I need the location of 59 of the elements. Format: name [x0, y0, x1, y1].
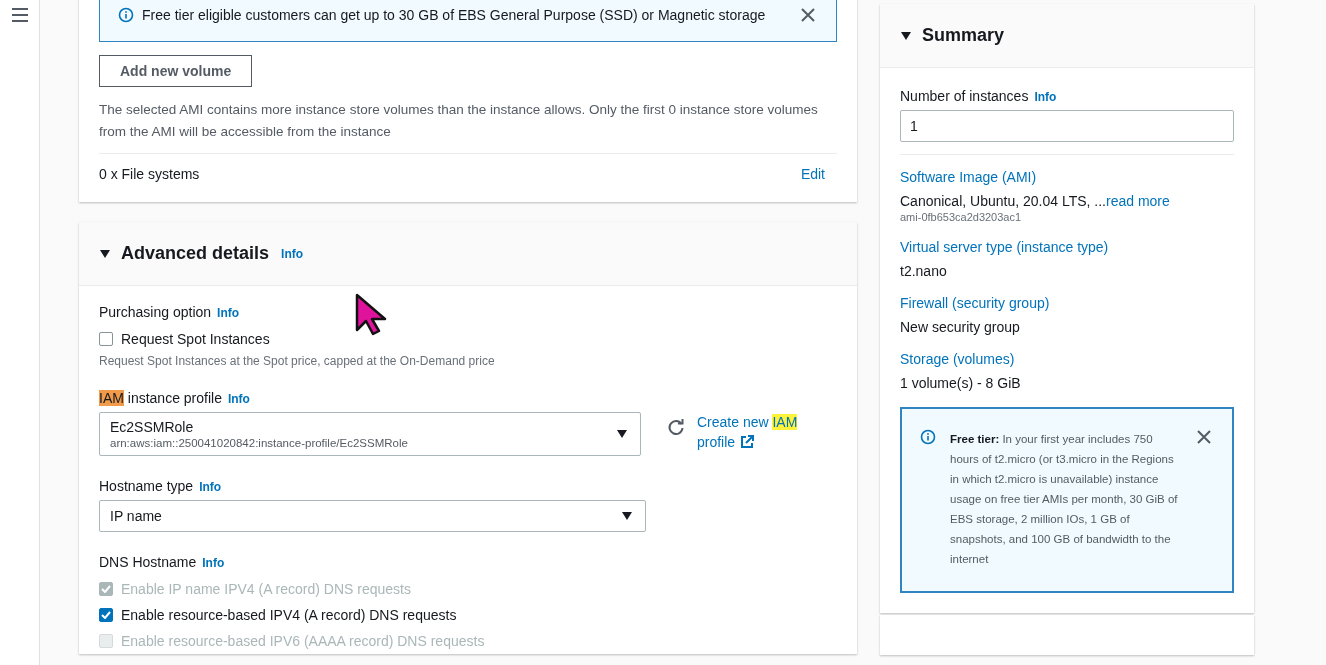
caret-down-icon	[621, 511, 633, 521]
section-header[interactable]: Summary	[880, 4, 1254, 68]
close-button[interactable]	[800, 7, 816, 23]
info-link[interactable]: Info	[1034, 90, 1057, 104]
caret-down-icon	[616, 429, 628, 439]
menu-icon	[11, 8, 28, 22]
field-label: Purchasing option	[99, 304, 212, 320]
refresh-icon	[667, 418, 685, 436]
close-icon	[1196, 429, 1212, 445]
check-icon	[101, 611, 111, 619]
profile-select[interactable]: Ec2SSMRole arn:aws:iam::250041020842:instance-profile/Ec2SSMRole	[99, 412, 641, 456]
instances-input[interactable]: 1	[900, 110, 1234, 142]
close-icon	[800, 7, 816, 23]
field-label: Number of instances	[900, 88, 1029, 104]
check-icon	[101, 585, 111, 593]
select-value: IP name	[110, 508, 162, 524]
info-icon	[118, 7, 134, 23]
alert-text: Free tier eligible customers can get up to 30 GB of EBS General Purpose (SSD) or Magnetic storage	[142, 7, 767, 23]
checkbox[interactable]	[99, 608, 113, 622]
external-link-icon	[740, 435, 755, 449]
warning-text: The selected AMI contains more instance store volumes than the instance allows. Only the first 0 instance store volumes from the AMI will be accessible from the instance	[99, 101, 819, 141]
summary-link[interactable]: Firewall (security group)	[900, 295, 1234, 311]
info-link[interactable]: Info	[199, 480, 222, 494]
info-link[interactable]: Info	[217, 306, 240, 320]
read-more-link[interactable]: read more	[1106, 193, 1170, 209]
info-link[interactable]: Info	[281, 246, 304, 261]
create-profile-link[interactable]: Create new IAM profile	[697, 412, 807, 452]
section-title: Summary	[922, 25, 1005, 46]
summary-value: 1 volume(s) - 8 GiB	[900, 375, 1022, 391]
add-volume-button[interactable]: Add new volume	[99, 55, 253, 87]
hint-text: Request Spot Instances at the Spot price, capped at the On-Demand price	[99, 354, 496, 368]
close-button[interactable]	[1196, 429, 1212, 445]
summary-link[interactable]: Storage (volumes)	[900, 351, 1234, 367]
info-icon	[920, 429, 936, 445]
select-value: Ec2SSMRole	[110, 419, 195, 435]
summary-link[interactable]: Software Image (AMI)	[900, 169, 1234, 185]
select-detail: arn:aws:iam::250041020842:instance-profile/Ec2SSMRole	[110, 437, 408, 449]
summary-value: Canonical, Ubuntu, 20.04 LTS, ...	[900, 193, 1106, 209]
info-link[interactable]: Info	[227, 392, 250, 406]
field-label: Hostname type	[99, 478, 194, 494]
section-header[interactable]: Advanced details Info	[79, 222, 857, 286]
hostname-select[interactable]: IP name	[99, 500, 646, 532]
checkbox-label: Enable IP name IPV4 (A record) DNS requests	[121, 581, 411, 597]
field-label: IAM instance profile	[99, 390, 222, 406]
cursor-icon	[354, 292, 388, 336]
file-systems-label: 0 x File systems	[99, 166, 200, 182]
field-label: DNS Hostname	[99, 554, 197, 570]
checkbox-label: Enable resource-based IPV4 (A record) DNS requests	[121, 607, 457, 623]
section-title: Advanced details	[121, 243, 270, 264]
ami-id: ami-0fb653ca2d3203ac1	[900, 211, 1023, 223]
edit-link[interactable]: Edit	[800, 166, 825, 182]
checkbox-label: Request Spot Instances	[121, 331, 270, 347]
free-tier-text: Free tier: In your first year includes 750 hours of t2.micro (or t3.micro in the Regions in which t2.micro is unavailable) instance usage on free tier AMIs per month, 30 GiB of EBS storage, 2 million IOs, 1 GB of snapshots, and 100 GB of bandwidth to the internet	[950, 432, 1179, 567]
checkbox-label: Enable resource-based IPV6 (AAAA record) DNS requests	[121, 633, 485, 649]
summary-value: t2.nano	[900, 263, 948, 279]
info-link[interactable]: Info	[202, 556, 225, 570]
summary-link[interactable]: Virtual server type (instance type)	[900, 239, 1234, 255]
summary-value: New security group	[900, 319, 1021, 335]
checkbox[interactable]	[99, 332, 113, 346]
